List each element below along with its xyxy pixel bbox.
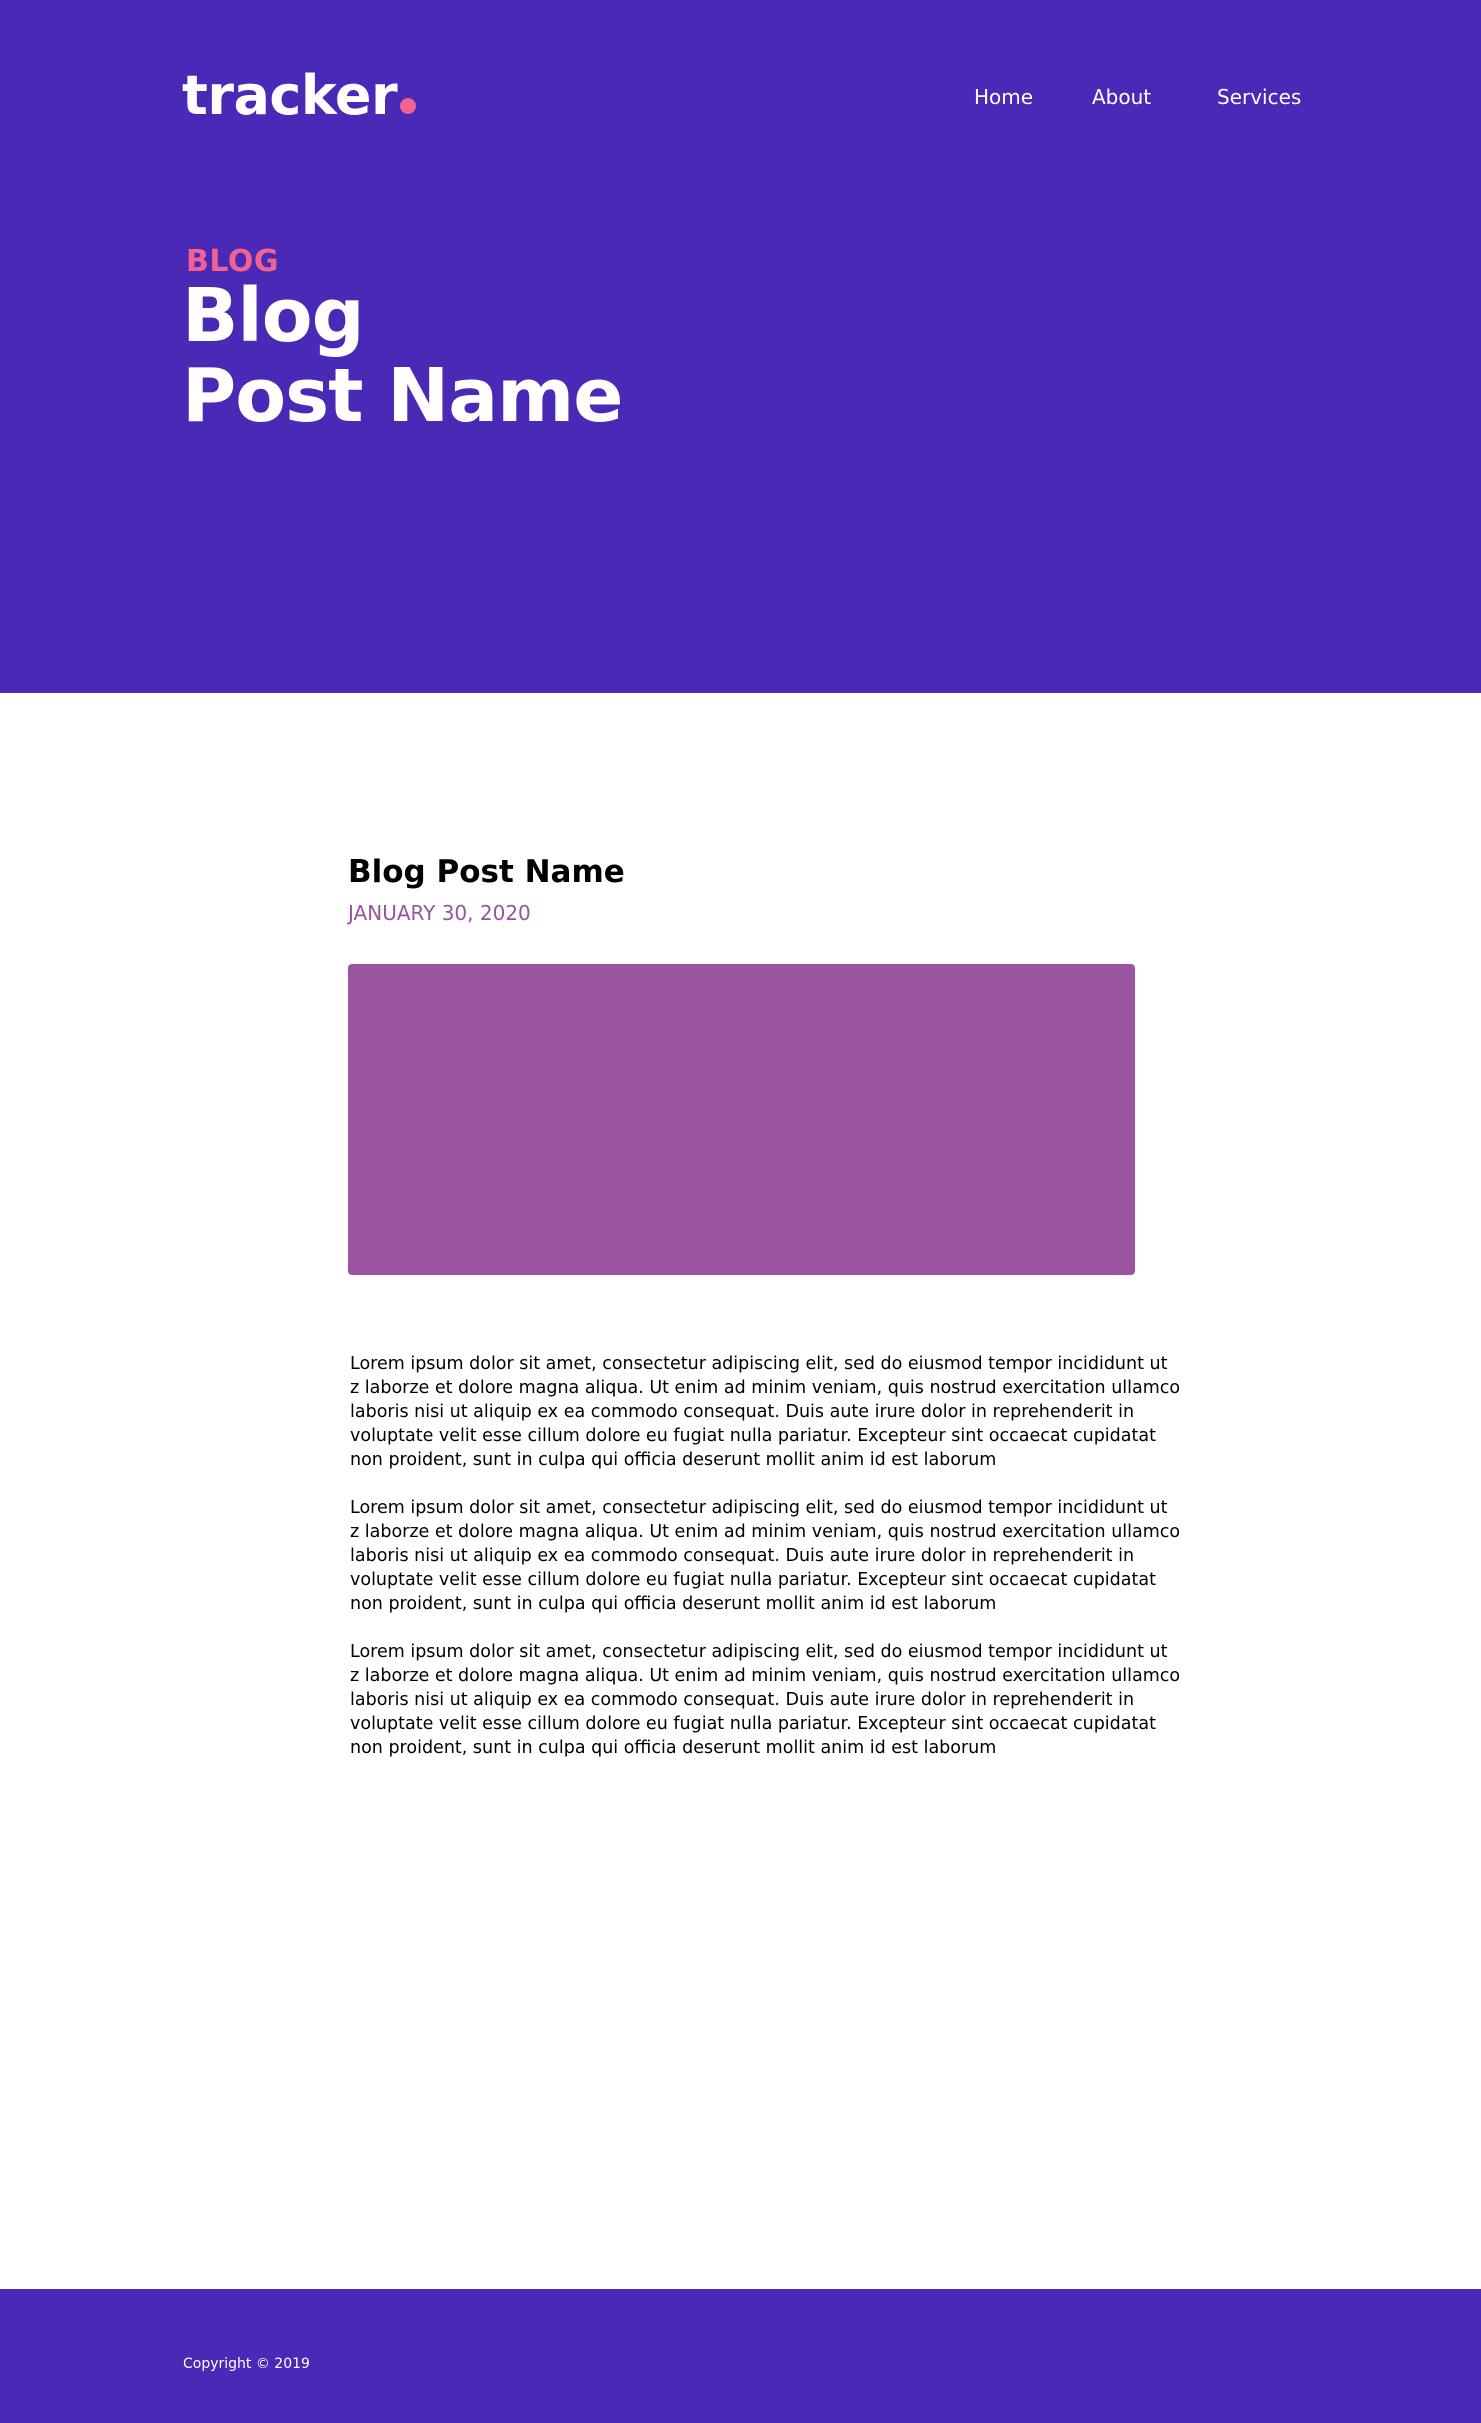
paragraph-line: Lorem ipsum dolor sit amet, consectetur … [350, 1354, 1168, 1374]
paragraph-line: z laborze et dolore magna aliqua. Ut eni… [350, 1522, 1181, 1542]
paragraph-line: Lorem ipsum dolor sit amet, consectetur … [350, 1642, 1168, 1662]
post-featured-image [348, 964, 1135, 1275]
paragraph-line: laboris nisi ut aliquip ex ea commodo co… [350, 1402, 1135, 1422]
post-title: Blog Post Name [348, 854, 625, 890]
paragraph-line: laboris nisi ut aliquip ex ea commodo co… [350, 1690, 1135, 1710]
post-paragraph: Lorem ipsum dolor sit amet, consectetur … [350, 1640, 1181, 1760]
blog-article: Blog Post Name JANUARY 30, 2020 Lorem ip… [348, 852, 1180, 1758]
brand-logo[interactable]: tracker [182, 64, 417, 128]
paragraph-line: voluptate velit esse cillum dolore eu fu… [350, 1714, 1156, 1734]
post-date: JANUARY 30, 2020 [348, 901, 531, 925]
hero-title: Blog Post Name [182, 273, 623, 439]
hero-title-line-1: Blog [182, 273, 365, 359]
paragraph-line: voluptate velit esse cillum dolore eu fu… [350, 1570, 1156, 1590]
brand-name: tracker [182, 64, 398, 127]
hero-banner: tracker Home About Services BLOG Blog Po… [0, 0, 1481, 693]
nav-link-about[interactable]: About [1092, 84, 1151, 110]
post-paragraph: Lorem ipsum dolor sit amet, consectetur … [350, 1352, 1181, 1472]
paragraph-line: non proident, sunt in culpa qui officia … [350, 1738, 997, 1758]
hero-title-line-2: Post Name [182, 353, 623, 439]
nav-link-services[interactable]: Services [1217, 84, 1301, 110]
paragraph-line: z laborze et dolore magna aliqua. Ut eni… [350, 1666, 1181, 1686]
post-paragraph: Lorem ipsum dolor sit amet, consectetur … [350, 1496, 1181, 1616]
site-footer: Copyright © 2019 [0, 2289, 1481, 2423]
paragraph-line: z laborze et dolore magna aliqua. Ut eni… [350, 1378, 1181, 1398]
brand-dot [400, 98, 417, 114]
post-body: Lorem ipsum dolor sit amet, consectetur … [350, 1352, 1181, 1784]
paragraph-line: voluptate velit esse cillum dolore eu fu… [350, 1426, 1156, 1446]
paragraph-line: Lorem ipsum dolor sit amet, consectetur … [350, 1498, 1168, 1518]
paragraph-line: non proident, sunt in culpa qui officia … [350, 1450, 997, 1470]
paragraph-line: laboris nisi ut aliquip ex ea commodo co… [350, 1546, 1135, 1566]
nav-link-home[interactable]: Home [974, 84, 1033, 110]
paragraph-line: non proident, sunt in culpa qui officia … [350, 1594, 997, 1614]
copyright-text: Copyright © 2019 [183, 2356, 310, 2372]
